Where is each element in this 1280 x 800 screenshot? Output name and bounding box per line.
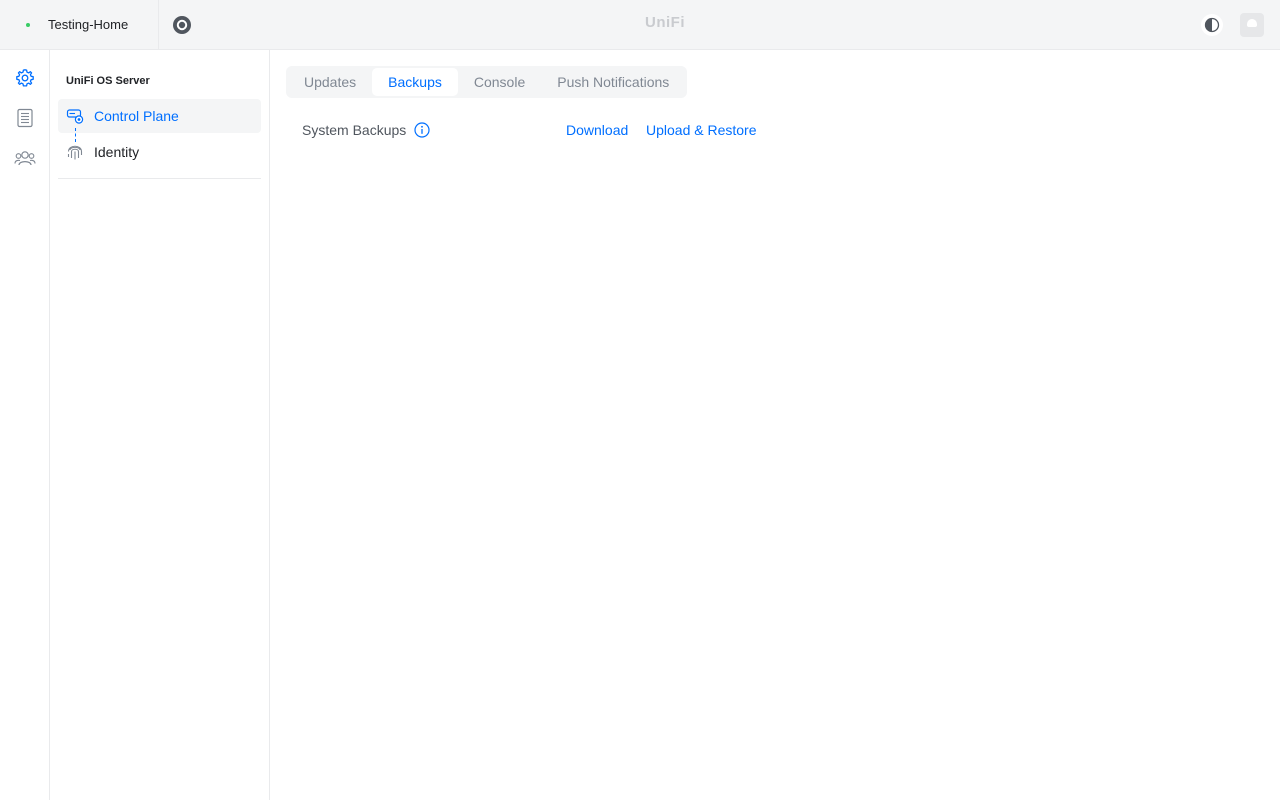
avatar[interactable] (1240, 13, 1264, 37)
site-switcher[interactable]: Testing-Home (0, 0, 159, 49)
unifi-logo: UniFi (645, 14, 685, 31)
users-icon[interactable] (14, 147, 36, 169)
sidebar-item-identity[interactable]: Identity (58, 135, 261, 169)
sidebar-divider (58, 178, 261, 179)
system-backups-label: System Backups (302, 122, 407, 138)
tab-updates[interactable]: Updates (288, 68, 372, 96)
tab-backups[interactable]: Backups (372, 68, 458, 96)
sidebar-item-control-plane[interactable]: Control Plane (58, 99, 261, 133)
control-plane-icon (66, 107, 84, 125)
list-icon[interactable] (14, 107, 36, 129)
top-bar: Testing-Home UniFi (0, 0, 1280, 50)
download-button[interactable]: Download (566, 122, 628, 138)
info-icon[interactable] (414, 122, 430, 138)
theme-toggle-icon[interactable] (1201, 14, 1223, 36)
settings-ring-icon[interactable] (172, 15, 192, 35)
status-dot (26, 23, 30, 27)
sidebar-item-label: Control Plane (94, 108, 179, 124)
icon-rail (0, 50, 50, 800)
tab-push-notifications[interactable]: Push Notifications (541, 68, 685, 96)
system-backups-row: System Backups (302, 122, 430, 138)
tab-bar: Updates Backups Console Push Notificatio… (286, 66, 688, 98)
sidebar: UniFi OS Server Control Plane Identity (50, 50, 270, 800)
site-name: Testing-Home (48, 17, 129, 32)
fingerprint-icon (66, 143, 84, 161)
upload-restore-button[interactable]: Upload & Restore (646, 122, 757, 138)
sidebar-title: UniFi OS Server (66, 75, 150, 87)
tab-console[interactable]: Console (458, 68, 541, 96)
sidebar-item-label: Identity (94, 144, 140, 160)
gear-icon[interactable] (14, 67, 36, 89)
